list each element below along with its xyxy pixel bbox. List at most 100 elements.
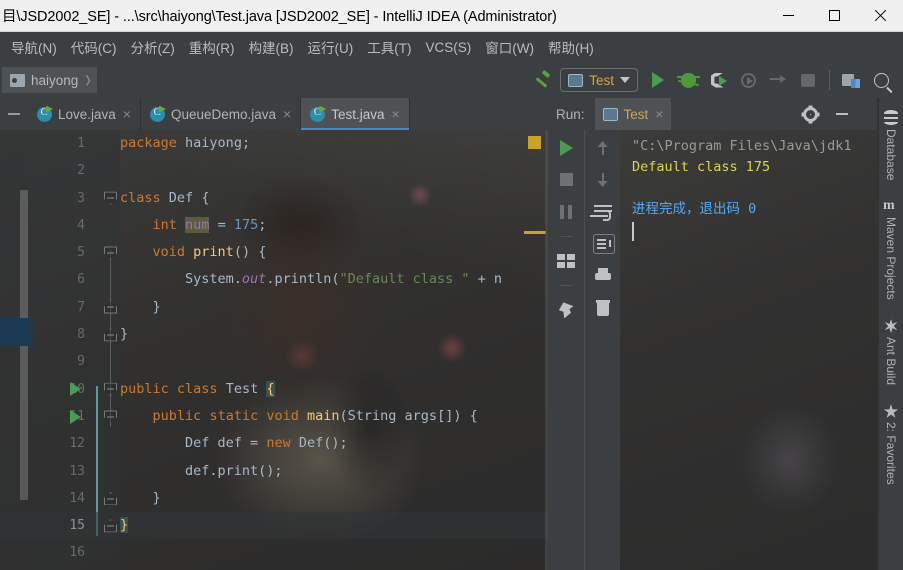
line-number: 7 (77, 299, 85, 315)
menu-item-window[interactable]: 窗口(W) (478, 34, 541, 60)
project-structure-button[interactable] (837, 66, 865, 94)
tool-button-favorites[interactable]: 2: Favorites (883, 399, 899, 495)
code-line[interactable]: 12 Def def = new Def(); (0, 430, 548, 457)
minimize-button[interactable] (765, 0, 811, 32)
search-icon (873, 72, 889, 88)
stop-process-button[interactable] (556, 170, 576, 190)
run-configuration-selector[interactable]: Test (560, 68, 638, 92)
code-line[interactable]: 7 } (0, 294, 548, 321)
code-line[interactable]: 10 public class Test { (0, 376, 548, 403)
code-line[interactable]: 4 int num = 175; (0, 212, 548, 239)
tab-close-icon[interactable]: × (283, 107, 291, 121)
breadcrumb[interactable]: haiyong › (2, 65, 97, 94)
pause-output-button[interactable] (556, 202, 576, 222)
hammer-icon (533, 71, 551, 89)
fold-toggle-icon[interactable] (104, 519, 117, 533)
fold-toggle-icon[interactable] (104, 492, 117, 505)
menu-item-refactor[interactable]: 重构(R) (182, 34, 242, 60)
build-button[interactable] (528, 66, 556, 94)
stop-button[interactable] (794, 66, 822, 94)
console-line-exit: 进程完成，退出码 0 (632, 201, 757, 217)
rerun-button[interactable] (556, 138, 576, 158)
code-line[interactable]: 8 } (0, 321, 548, 348)
collapse-tabs-button[interactable] (0, 98, 28, 130)
star-icon (883, 403, 899, 419)
chevron-right-icon: › (85, 65, 91, 94)
code-line[interactable]: 5 void print() { (0, 239, 548, 266)
pin-tab-button[interactable] (556, 300, 576, 320)
editor-marker-gutter[interactable] (520, 130, 548, 570)
fold-toggle-icon[interactable] (104, 328, 117, 342)
scroll-to-end-button[interactable] (592, 234, 615, 254)
debug-icon (676, 72, 700, 88)
step-button[interactable] (764, 66, 792, 94)
fold-toggle-icon[interactable] (104, 191, 117, 205)
warning-marker[interactable] (524, 231, 546, 234)
code-line[interactable]: 3 class Def { (0, 185, 548, 212)
step-icon (770, 73, 786, 87)
module-folder-icon (10, 73, 25, 87)
code-line[interactable]: 14 } (0, 485, 548, 512)
menu-item-analyze[interactable]: 分析(Z) (124, 34, 182, 60)
editor-tab-queuedemo-java[interactable]: QueueDemo.java × (140, 98, 302, 130)
menu-item-tools[interactable]: 工具(T) (360, 34, 418, 60)
run-coverage-button[interactable] (704, 66, 732, 94)
editor-tab-love-java[interactable]: Love.java × (28, 98, 141, 130)
run-button[interactable] (644, 66, 672, 94)
line-number: 1 (77, 136, 85, 151)
run-tab-test[interactable]: Test × (594, 98, 672, 130)
print-button[interactable] (593, 266, 613, 286)
code-line[interactable]: 6 System.out.println("Default class " + … (0, 266, 548, 293)
code-line[interactable]: 9 (0, 348, 548, 375)
run-settings-button[interactable] (796, 100, 824, 128)
fold-toggle-icon[interactable] (104, 382, 117, 396)
fold-toggle-icon[interactable] (104, 410, 117, 424)
code-lines[interactable]: 1 package haiyong; 2 3 class Def { 4 int… (0, 130, 548, 570)
run-gutter-icon[interactable] (70, 409, 81, 424)
debug-button[interactable] (674, 66, 702, 94)
profile-button[interactable] (734, 66, 762, 94)
tab-close-icon[interactable]: × (392, 107, 400, 121)
code-editor[interactable]: 1 package haiyong; 2 3 class Def { 4 int… (0, 130, 548, 570)
tab-close-icon[interactable]: × (123, 107, 131, 121)
run-gutter-icon[interactable] (70, 382, 81, 397)
line-content: public static void main(String args[]) { (152, 407, 478, 424)
soft-wrap-button[interactable] (593, 202, 613, 222)
hide-run-panel-button[interactable] (828, 100, 856, 128)
prev-occurrence-button[interactable] (593, 138, 613, 158)
run-tab-close-icon[interactable]: × (655, 107, 663, 121)
menu-item-build[interactable]: 构建(B) (242, 34, 301, 60)
menu-item-help[interactable]: 帮助(H) (541, 34, 601, 60)
menu-item-code[interactable]: 代码(C) (64, 34, 124, 60)
code-line[interactable]: 2 (0, 157, 548, 184)
tab-label: Love.java (58, 106, 116, 122)
editor-tab-test-java[interactable]: Test.java × (301, 98, 410, 130)
fold-toggle-icon[interactable] (104, 246, 117, 260)
tool-button-label: Ant Build (884, 337, 898, 386)
code-line-current[interactable]: 15 } (0, 512, 548, 540)
tool-button-ant-build[interactable]: Ant Build (883, 314, 899, 395)
fold-toggle-icon[interactable] (104, 300, 117, 314)
menu-item-navigate[interactable]: 导航(N) (4, 34, 64, 60)
next-occurrence-button[interactable] (593, 170, 613, 190)
rerun-icon (559, 140, 573, 156)
tool-button-maven[interactable]: m Maven Projects (883, 194, 899, 310)
maximize-button[interactable] (811, 0, 857, 32)
menu-item-vcs[interactable]: VCS(S) (419, 37, 479, 58)
inspection-status-icon[interactable] (528, 136, 541, 149)
code-line[interactable]: 1 package haiyong; (0, 130, 548, 157)
close-button[interactable] (857, 0, 903, 32)
console-output[interactable]: "C:\Program Files\Java\jdk1 Default clas… (620, 130, 878, 570)
tool-button-label: Database (884, 129, 898, 181)
search-button[interactable] (867, 66, 895, 94)
menu-item-run[interactable]: 运行(U) (301, 34, 361, 60)
tool-button-database[interactable]: Database (883, 106, 899, 190)
line-content: void print() { (152, 244, 267, 261)
code-line[interactable]: 13 def.print(); (0, 458, 548, 485)
pause-icon (560, 205, 572, 219)
clear-console-button[interactable] (593, 298, 613, 318)
code-line[interactable]: 16 (0, 539, 548, 566)
layout-settings-button[interactable] (556, 251, 576, 271)
code-line[interactable]: 11 public static void main(String args[]… (0, 403, 548, 430)
stop-icon (801, 73, 815, 87)
